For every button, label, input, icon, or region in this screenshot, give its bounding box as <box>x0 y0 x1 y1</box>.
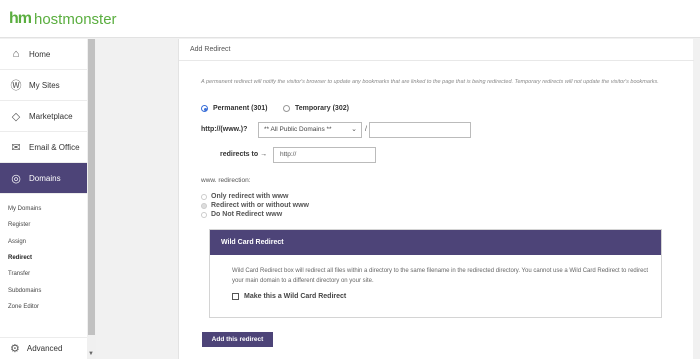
www-option-label: Do Not Redirect www <box>211 211 283 218</box>
www-redirection-label: www. redirection: <box>201 177 251 184</box>
top-bar: hm hostmonster <box>0 0 700 38</box>
redirect-path-input[interactable] <box>369 122 471 138</box>
sidebar-item-label: Marketplace <box>29 111 73 121</box>
subnav-redirect[interactable]: Redirect <box>8 255 32 261</box>
subnav-subdomains[interactable]: Subdomains <box>8 288 41 294</box>
tag-icon: ◇ <box>11 110 21 123</box>
redirect-intro-text: A permanent redirect will notify the vis… <box>201 79 659 85</box>
sidebar-item-my-sites[interactable]: Ⓦ My Sites <box>0 70 87 101</box>
wildcard-redirect-description: Wild Card Redirect box will redirect all… <box>232 268 649 284</box>
temporary-302-label: Temporary (302) <box>295 105 349 112</box>
add-redirect-panel: Add Redirect A permanent redirect will n… <box>178 39 694 359</box>
www-option-label: Only redirect with www <box>211 193 289 200</box>
domain-select[interactable]: ** All Public Domains ** ⌄ <box>258 122 362 138</box>
permanent-301-label: Permanent (301) <box>213 105 268 112</box>
redirects-to-label: redirects to → <box>220 151 268 158</box>
sidebar-scrollbar[interactable]: ▼ <box>87 39 96 359</box>
sidebar-item-label: Advanced <box>26 344 63 353</box>
wordpress-icon: Ⓦ <box>10 80 22 92</box>
subnav-transfer[interactable]: Transfer <box>8 271 30 277</box>
wildcard-redirect-title: Wild Card Redirect <box>210 230 661 255</box>
permanent-301-radio[interactable]: Permanent (301) <box>201 105 267 112</box>
globe-icon: ◎ <box>11 172 21 185</box>
redirects-to-input[interactable]: http:// <box>273 147 376 163</box>
radio-checked-icon[interactable] <box>201 105 208 112</box>
domain-select-value: ** All Public Domains ** <box>264 126 332 133</box>
www-with-or-without-radio[interactable]: Redirect with or without www <box>201 202 309 209</box>
gear-icon: ⚙ <box>10 343 20 355</box>
subnav-my-domains[interactable]: My Domains <box>8 206 41 212</box>
home-icon: ⌂ <box>12 48 20 60</box>
panel-title: Add Redirect <box>179 39 694 61</box>
subnav-assign[interactable]: Assign <box>8 239 26 245</box>
www-do-not-redirect-radio[interactable]: Do Not Redirect www <box>201 211 282 218</box>
logo-mark: hm <box>9 10 32 27</box>
logo-text: hostmonster <box>34 10 117 28</box>
sidebar-item-home[interactable]: ⌂ Home <box>0 39 87 70</box>
sidebar-item-marketplace[interactable]: ◇ Marketplace <box>0 101 87 132</box>
sidebar-item-label: My Sites <box>29 80 60 90</box>
wildcard-redirect-box: Wild Card Redirect Wild Card Redirect bo… <box>209 229 662 318</box>
radio-unchecked-icon[interactable] <box>201 211 207 218</box>
wildcard-checkbox-label: Make this a Wild Card Redirect <box>244 293 347 300</box>
scroll-down-arrow-icon[interactable]: ▼ <box>88 351 94 357</box>
subnav-zone-editor[interactable]: Zone Editor <box>8 304 39 310</box>
wildcard-checkbox[interactable]: Make this a Wild Card Redirect <box>232 293 346 300</box>
www-only-with-radio[interactable]: Only redirect with www <box>201 193 288 200</box>
hostmonster-logo[interactable]: hm hostmonster <box>9 10 117 28</box>
sidebar: ⌂ Home Ⓦ My Sites ◇ Marketplace ✉ Email … <box>0 39 96 359</box>
radio-unchecked-icon[interactable] <box>201 193 207 200</box>
radio-checked-icon[interactable] <box>201 202 207 209</box>
sidebar-item-label: Domains <box>29 173 61 183</box>
sidebar-item-email-office[interactable]: ✉ Email & Office <box>0 132 87 163</box>
temporary-302-radio[interactable]: Temporary (302) <box>283 105 349 112</box>
subnav-register[interactable]: Register <box>8 222 30 228</box>
sidebar-item-label: Email & Office <box>29 142 80 152</box>
radio-unchecked-icon[interactable] <box>283 105 290 112</box>
sidebar-item-advanced[interactable]: ⚙ Advanced <box>0 337 87 359</box>
scrollbar-thumb[interactable] <box>88 39 95 335</box>
add-redirect-button[interactable]: Add this redirect <box>202 332 273 347</box>
sidebar-item-domains[interactable]: ◎ Domains <box>0 163 87 194</box>
checkbox-icon[interactable] <box>232 293 239 300</box>
envelope-icon: ✉ <box>11 141 21 154</box>
path-separator: / <box>365 126 367 133</box>
chevron-down-icon: ⌄ <box>351 126 357 133</box>
www-option-label: Redirect with or without www <box>211 202 309 209</box>
sidebar-item-label: Home <box>29 49 51 59</box>
url-prefix-label: http://(www.)? <box>201 126 248 133</box>
